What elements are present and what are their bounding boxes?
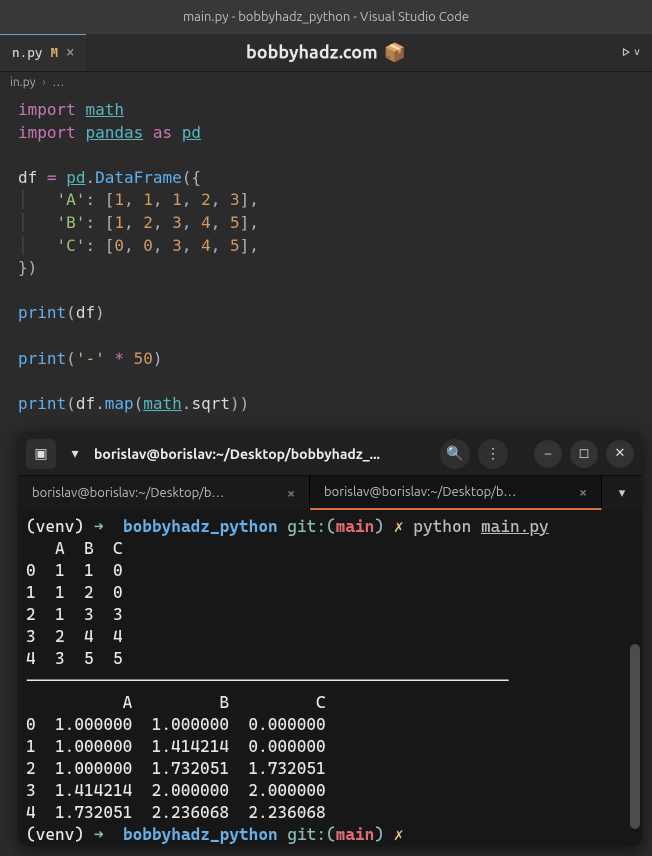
editor-tab-main[interactable]: n.py M × [0,34,86,71]
minimize-icon: – [545,447,551,461]
terminal-tab-1[interactable]: borislav@borislav:~/Desktop/b… × [18,476,310,510]
terminal-tab-2[interactable]: borislav@borislav:~/Desktop/b… × [310,476,602,510]
terminal-window: ▣ ▾ borislav@borislav:~/Desktop/bobbyhad… [18,432,642,846]
breadcrumb-more: … [52,76,64,89]
run-button[interactable]: ▷ v [622,45,640,61]
window-title: main.py - bobbyhadz_python - Visual Stud… [183,10,469,24]
chevron-down-icon: v [634,47,640,58]
close-icon[interactable]: × [579,484,587,500]
maximize-icon: ◻ [579,446,590,461]
maximize-button[interactable]: ◻ [570,440,598,468]
menu-icon: ⋮ [486,445,500,462]
terminal-tab-label: borislav@borislav:~/Desktop/b… [32,486,224,500]
play-icon: ▷ [622,45,630,61]
terminal-title: borislav@borislav:~/Desktop/bobbyhadz_..… [94,446,432,462]
tab-modified-indicator: M [50,46,58,61]
breadcrumb-file: in.py [10,76,36,89]
tab-filename: n.py [12,46,42,61]
terminal-tab-row: borislav@borislav:~/Desktop/b… × borisla… [18,476,642,510]
brand-text: bobbyhadz.com [246,43,378,63]
new-tab-menu[interactable]: ▾ [64,439,86,469]
new-tab-button[interactable]: ▣ [26,439,56,469]
terminal-output[interactable]: (venv) ➜ bobbyhadz_python git:(main) ✗ p… [18,510,642,846]
close-icon[interactable]: × [287,485,295,501]
close-icon: ✕ [615,446,626,461]
breadcrumb-sep: › [42,76,45,89]
breadcrumb[interactable]: in.py › … [0,72,652,93]
newtab-icon: ▣ [34,445,47,462]
cube-icon: 📦 [384,42,406,63]
scrollbar-thumb[interactable] [630,644,640,829]
minimize-button[interactable]: – [534,440,562,468]
close-button[interactable]: ✕ [606,440,634,468]
editor-tab-row: n.py M × bobbyhadz.com 📦 ▷ v [0,34,652,72]
terminal-tab-label: borislav@borislav:~/Desktop/b… [324,485,516,499]
menu-button[interactable]: ⋮ [478,439,508,469]
terminal-tab-menu[interactable]: ▾ [602,476,642,510]
chevron-down-icon: ▾ [71,445,78,462]
terminal-scrollbar[interactable] [628,510,640,846]
window-titlebar: main.py - bobbyhadz_python - Visual Stud… [0,0,652,34]
code-editor[interactable]: import math import pandas as pd df = pd.… [0,93,652,421]
close-icon[interactable]: × [66,45,74,61]
search-button[interactable]: 🔍 [440,439,470,469]
search-icon: 🔍 [446,445,463,462]
terminal-toolbar: ▣ ▾ borislav@borislav:~/Desktop/bobbyhad… [18,432,642,476]
brand-label: bobbyhadz.com 📦 [246,42,406,63]
chevron-down-icon: ▾ [619,486,626,501]
